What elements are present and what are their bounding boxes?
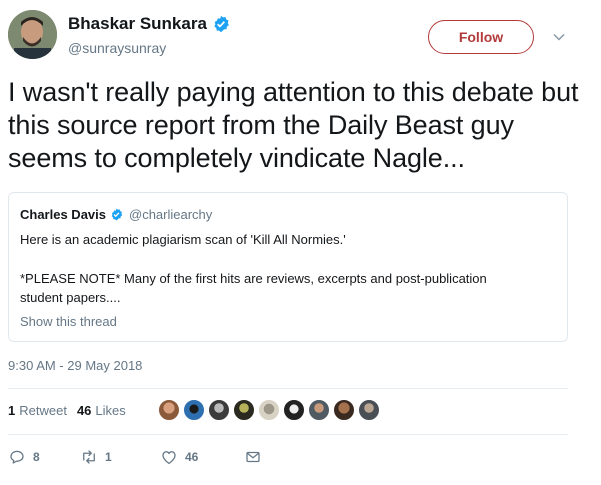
retweet-action-count: 1 (105, 450, 112, 464)
liker-avatars (158, 399, 380, 421)
like-button[interactable]: 46 (160, 448, 244, 466)
show-thread-link[interactable]: Show this thread (20, 314, 117, 329)
reply-button[interactable]: 8 (8, 448, 80, 466)
liker-avatar[interactable] (283, 399, 305, 421)
engagement-stats: 1 Retweet 46 Likes (8, 403, 126, 418)
liker-avatar[interactable] (183, 399, 205, 421)
divider (8, 434, 568, 435)
action-bar: 8 1 46 (8, 448, 262, 466)
verified-badge-icon (214, 15, 229, 33)
retweet-button[interactable]: 1 (80, 448, 160, 466)
author-display-name[interactable]: Bhaskar Sunkara (68, 14, 207, 34)
quoted-text-line: *PLEASE NOTE* Many of the first hits are… (20, 271, 487, 286)
quoted-display-name: Charles Davis (20, 207, 106, 222)
retweet-count[interactable]: 1 (8, 403, 15, 418)
timestamp[interactable]: 9:30 AM - 29 May 2018 (8, 358, 142, 373)
quoted-text-line: Here is an academic plagiarism scan of '… (20, 232, 346, 247)
author-name-row: Bhaskar Sunkara (68, 14, 230, 34)
divider (8, 388, 568, 389)
follow-button[interactable]: Follow (428, 20, 534, 54)
liker-avatar[interactable] (333, 399, 355, 421)
quoted-tweet-header: Charles Davis @charliearchy (20, 207, 212, 222)
liker-avatar[interactable] (308, 399, 330, 421)
liker-avatar[interactable] (233, 399, 255, 421)
liker-avatar[interactable] (358, 399, 380, 421)
tweet: Bhaskar Sunkara @sunraysunray Follow I w… (0, 0, 601, 485)
like-label[interactable]: Likes (95, 403, 125, 418)
quoted-text-line: student papers.... (20, 290, 121, 305)
retweet-icon (83, 450, 95, 464)
message-icon (246, 451, 260, 463)
quoted-tweet[interactable]: Charles Davis @charliearchy Here is an a… (8, 192, 568, 342)
direct-message-button[interactable] (244, 448, 262, 466)
quoted-handle: @charliearchy (129, 207, 213, 222)
reply-count: 8 (33, 450, 40, 464)
verified-badge-icon (111, 208, 123, 221)
liker-avatar[interactable] (258, 399, 280, 421)
heart-icon (162, 451, 176, 465)
retweet-label[interactable]: Retweet (19, 403, 67, 418)
chevron-down-icon[interactable] (552, 30, 566, 44)
like-count[interactable]: 46 (77, 403, 91, 418)
author-avatar[interactable] (8, 10, 57, 59)
reply-icon (10, 450, 24, 464)
liker-avatar[interactable] (158, 399, 180, 421)
liker-avatar[interactable] (208, 399, 230, 421)
tweet-text: I wasn't really paying attention to this… (8, 77, 579, 173)
author-handle[interactable]: @sunraysunray (68, 40, 166, 56)
like-action-count: 46 (185, 450, 199, 464)
